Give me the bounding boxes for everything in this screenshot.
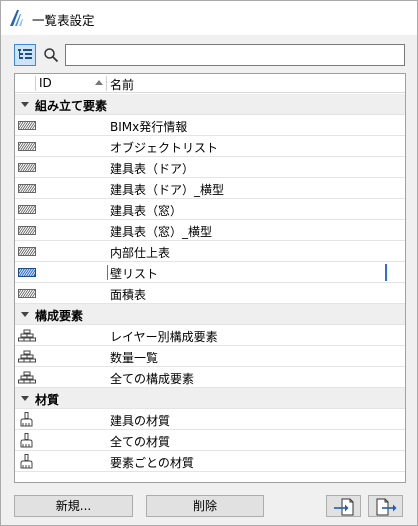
schedule-list: ID 名前 組み立て要素 BIMx発行情報オブジェクトリスト 建具表（ドア） 建具表（… xyxy=(14,73,406,483)
hatch-pattern-icon xyxy=(18,265,36,280)
component-stack-icon xyxy=(18,370,36,385)
group-label: 構成要素 xyxy=(35,309,84,323)
group-header[interactable]: 構成要素 xyxy=(15,304,405,325)
import-icon xyxy=(334,498,354,516)
hatch-pattern-icon xyxy=(18,139,36,154)
export-icon xyxy=(376,498,397,516)
list-item[interactable]: 建具の材質 xyxy=(15,409,405,430)
group-label: 材質 xyxy=(35,393,60,407)
list-item-name: BIMx発行情報 xyxy=(110,120,188,134)
component-stack-icon xyxy=(18,349,36,364)
paint-brush-icon xyxy=(18,433,36,448)
selection-marker xyxy=(385,264,387,281)
list-item[interactable]: 要素ごとの材質 xyxy=(15,451,405,472)
list-item-name: 建具の材質 xyxy=(110,414,171,428)
list-item[interactable]: 内部仕上表 xyxy=(15,241,405,262)
text-cursor xyxy=(107,265,108,280)
schedule-settings-dialog: 一覧表設定 ID 名前 組み立て要素 BIMx発行情報オブジェクトリスト 建具表（ド… xyxy=(0,0,418,526)
hatch-pattern-icon xyxy=(18,118,36,133)
delete-button[interactable]: 削除 xyxy=(146,495,264,517)
list-item[interactable]: 全ての構成要素 xyxy=(15,367,405,388)
list-rows: 組み立て要素 BIMx発行情報オブジェクトリスト 建具表（ドア） 建具表（ドア）_横型… xyxy=(15,94,405,472)
column-header-id[interactable]: ID xyxy=(39,76,52,90)
list-header: ID 名前 xyxy=(15,74,405,93)
list-item-name: 全ての構成要素 xyxy=(110,372,195,386)
import-button[interactable] xyxy=(326,495,361,517)
hatch-pattern-icon xyxy=(18,181,36,196)
chevron-down-icon[interactable] xyxy=(21,102,29,107)
archicad-logo-icon xyxy=(10,10,23,26)
tree-view-toggle-button[interactable] xyxy=(14,44,36,66)
component-stack-icon xyxy=(18,328,36,343)
list-item[interactable]: 建具表（窓）_横型 xyxy=(15,220,405,241)
list-item-name: 全ての材質 xyxy=(110,435,171,449)
list-item-name: 建具表（窓）_横型 xyxy=(110,225,213,239)
tree-view-icon xyxy=(18,49,32,59)
hatch-pattern-icon xyxy=(18,160,36,175)
list-item-name: 数量一覧 xyxy=(110,351,159,365)
new-button[interactable]: 新規... xyxy=(14,495,133,517)
group-header[interactable]: 組み立て要素 xyxy=(15,94,405,115)
list-item-name: 要素ごとの材質 xyxy=(110,456,194,470)
list-item-name: 壁リスト xyxy=(110,267,159,281)
list-item[interactable]: レイヤー別構成要素 xyxy=(15,325,405,346)
hatch-pattern-icon xyxy=(18,286,36,301)
group-label: 組み立て要素 xyxy=(35,99,108,113)
search-input[interactable] xyxy=(65,44,405,66)
paint-brush-icon xyxy=(18,454,36,469)
list-item-name: 内部仕上表 xyxy=(110,246,171,260)
paint-brush-icon xyxy=(18,412,36,427)
column-separator[interactable] xyxy=(35,76,36,91)
list-item[interactable]: BIMx発行情報 xyxy=(15,115,405,136)
column-header-name[interactable]: 名前 xyxy=(110,76,134,93)
list-item[interactable]: 面積表 xyxy=(15,283,405,304)
title-bar: 一覧表設定 xyxy=(1,1,417,35)
list-item-name: レイヤー別構成要素 xyxy=(110,330,218,344)
list-item[interactable]: 全ての材質 xyxy=(15,430,405,451)
list-item[interactable]: 建具表（ドア） xyxy=(15,157,405,178)
chevron-down-icon[interactable] xyxy=(21,312,29,317)
list-item-name: 建具表（ドア）_横型 xyxy=(110,183,225,197)
list-item[interactable]: 建具表（ドア）_横型 xyxy=(15,178,405,199)
list-item-name: 建具表（窓） xyxy=(110,204,183,218)
list-item[interactable]: 建具表（窓） xyxy=(15,199,405,220)
hatch-pattern-icon xyxy=(18,244,36,259)
list-item-name: 面積表 xyxy=(110,288,147,302)
list-item[interactable]: オブジェクトリスト xyxy=(15,136,405,157)
column-separator[interactable] xyxy=(106,76,107,91)
list-item-name: 建具表（ドア） xyxy=(110,162,195,176)
hatch-pattern-icon xyxy=(18,202,36,217)
group-header[interactable]: 材質 xyxy=(15,388,405,409)
list-item[interactable]: 壁リスト xyxy=(15,262,405,283)
sort-ascending-icon xyxy=(95,80,103,85)
list-item[interactable]: 数量一覧 xyxy=(15,346,405,367)
chevron-down-icon[interactable] xyxy=(21,396,29,401)
export-button[interactable] xyxy=(368,495,403,517)
hatch-pattern-icon xyxy=(18,223,36,238)
search-icon xyxy=(44,48,59,63)
window-title: 一覧表設定 xyxy=(32,13,95,28)
list-item-name: オブジェクトリスト xyxy=(110,141,219,155)
